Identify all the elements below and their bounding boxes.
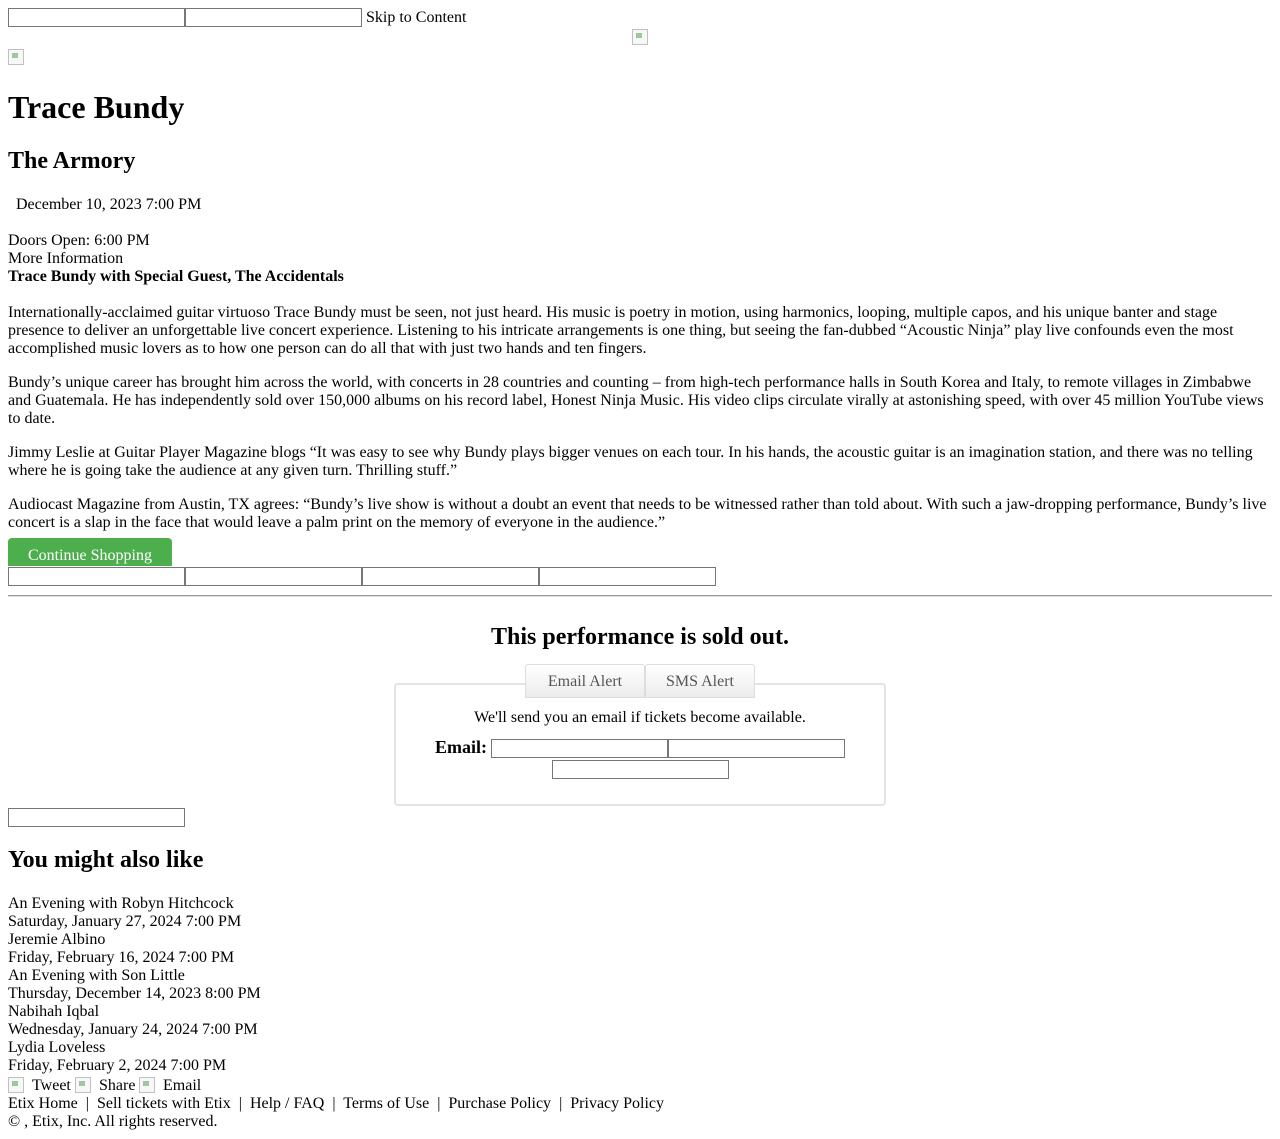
alert-message: We'll send you an email if tickets becom… xyxy=(474,709,806,726)
related-heading: You might also like xyxy=(8,847,204,873)
hidden-input-7[interactable] xyxy=(8,808,185,827)
tweet-link[interactable]: Tweet xyxy=(32,1077,71,1095)
hidden-input-6[interactable] xyxy=(539,567,716,586)
description-paragraph: Jimmy Leslie at Guitar Player Magazine b… xyxy=(8,444,1253,479)
event-description: Internationally-acclaimed guitar virtuos… xyxy=(8,304,1272,532)
footer-link-sell-tickets[interactable]: Sell tickets with Etix xyxy=(97,1095,231,1112)
header-banner-image xyxy=(632,29,648,45)
footer-link-privacy-policy[interactable]: Privacy Policy xyxy=(570,1095,664,1112)
footer-link-help-faq[interactable]: Help / FAQ xyxy=(250,1095,324,1112)
related-event-date: Friday, February 2, 2024 7:00 PM xyxy=(8,1057,227,1074)
related-event-name[interactable]: Lydia Loveless xyxy=(8,1039,261,1057)
related-event-name[interactable]: An Evening with Robyn Hitchcock xyxy=(8,895,261,913)
related-event-name[interactable]: Nabihah Iqbal xyxy=(8,1003,261,1021)
footer-link-terms[interactable]: Terms of Use xyxy=(343,1095,429,1112)
hidden-input-5[interactable] xyxy=(362,567,539,586)
related-event-name[interactable]: An Evening with Son Little xyxy=(8,967,261,985)
footer-link-etix-home[interactable]: Etix Home xyxy=(8,1095,78,1112)
footer-separator: | xyxy=(332,1095,336,1112)
submit-alert-button[interactable] xyxy=(552,760,729,779)
related-event-date: Saturday, January 27, 2024 7:00 PM xyxy=(8,913,242,930)
footer-separator: | xyxy=(559,1095,563,1112)
venue-name[interactable]: The Armory xyxy=(8,148,135,175)
event-datetime: December 10, 2023 7:00 PM xyxy=(16,196,202,213)
footer-links: Etix Home | Sell tickets with Etix | Hel… xyxy=(8,1095,664,1113)
email-label: Email: xyxy=(435,737,487,757)
email-icon xyxy=(139,1077,155,1093)
event-title: Trace Bundy xyxy=(8,89,185,125)
tab-email-alert[interactable]: Email Alert xyxy=(525,664,645,698)
description-paragraph: Audiocast Magazine from Austin, TX agree… xyxy=(8,496,1267,531)
logo-image[interactable] xyxy=(8,49,24,65)
doors-open: Doors Open: 6:00 PM xyxy=(8,232,150,249)
email-share-link[interactable]: Email xyxy=(163,1077,201,1095)
footer-separator: | xyxy=(238,1095,242,1112)
related-event-date: Thursday, December 14, 2023 8:00 PM xyxy=(8,985,261,1002)
footer-separator: | xyxy=(85,1095,89,1112)
sold-out-heading: This performance is sold out. xyxy=(490,624,789,650)
description-paragraph: Internationally-acclaimed guitar virtuos… xyxy=(8,304,1234,357)
email-confirm-field[interactable] xyxy=(668,739,845,758)
share-icon xyxy=(75,1077,91,1093)
continue-shopping-button[interactable]: Continue Shopping xyxy=(8,538,172,566)
email-field[interactable] xyxy=(491,739,668,758)
skip-to-content-link[interactable]: Skip to Content xyxy=(366,9,466,27)
tab-sms-alert[interactable]: SMS Alert xyxy=(645,664,755,698)
related-list: An Evening with Robyn Hitchcock Saturday… xyxy=(8,895,261,1075)
hidden-input-2[interactable] xyxy=(185,8,362,27)
hidden-input-4[interactable] xyxy=(185,567,362,586)
copyright: © , Etix, Inc. All rights reserved. xyxy=(8,1113,218,1130)
description-paragraph: Bundy’s unique career has brought him ac… xyxy=(8,374,1264,427)
hidden-input-1[interactable] xyxy=(8,8,185,27)
event-subtitle: Trace Bundy with Special Guest, The Acci… xyxy=(8,268,344,285)
share-link[interactable]: Share xyxy=(99,1077,135,1095)
related-event-date: Friday, February 16, 2024 7:00 PM xyxy=(8,949,235,966)
more-information-link[interactable]: More Information xyxy=(8,250,123,268)
divider xyxy=(8,595,1272,597)
footer-link-purchase-policy[interactable]: Purchase Policy xyxy=(448,1095,551,1112)
related-event-name[interactable]: Jeremie Albino xyxy=(8,931,261,949)
footer-separator: | xyxy=(437,1095,441,1112)
hidden-input-3[interactable] xyxy=(8,567,185,586)
tweet-icon xyxy=(8,1077,24,1093)
related-event-date: Wednesday, January 24, 2024 7:00 PM xyxy=(8,1021,258,1038)
